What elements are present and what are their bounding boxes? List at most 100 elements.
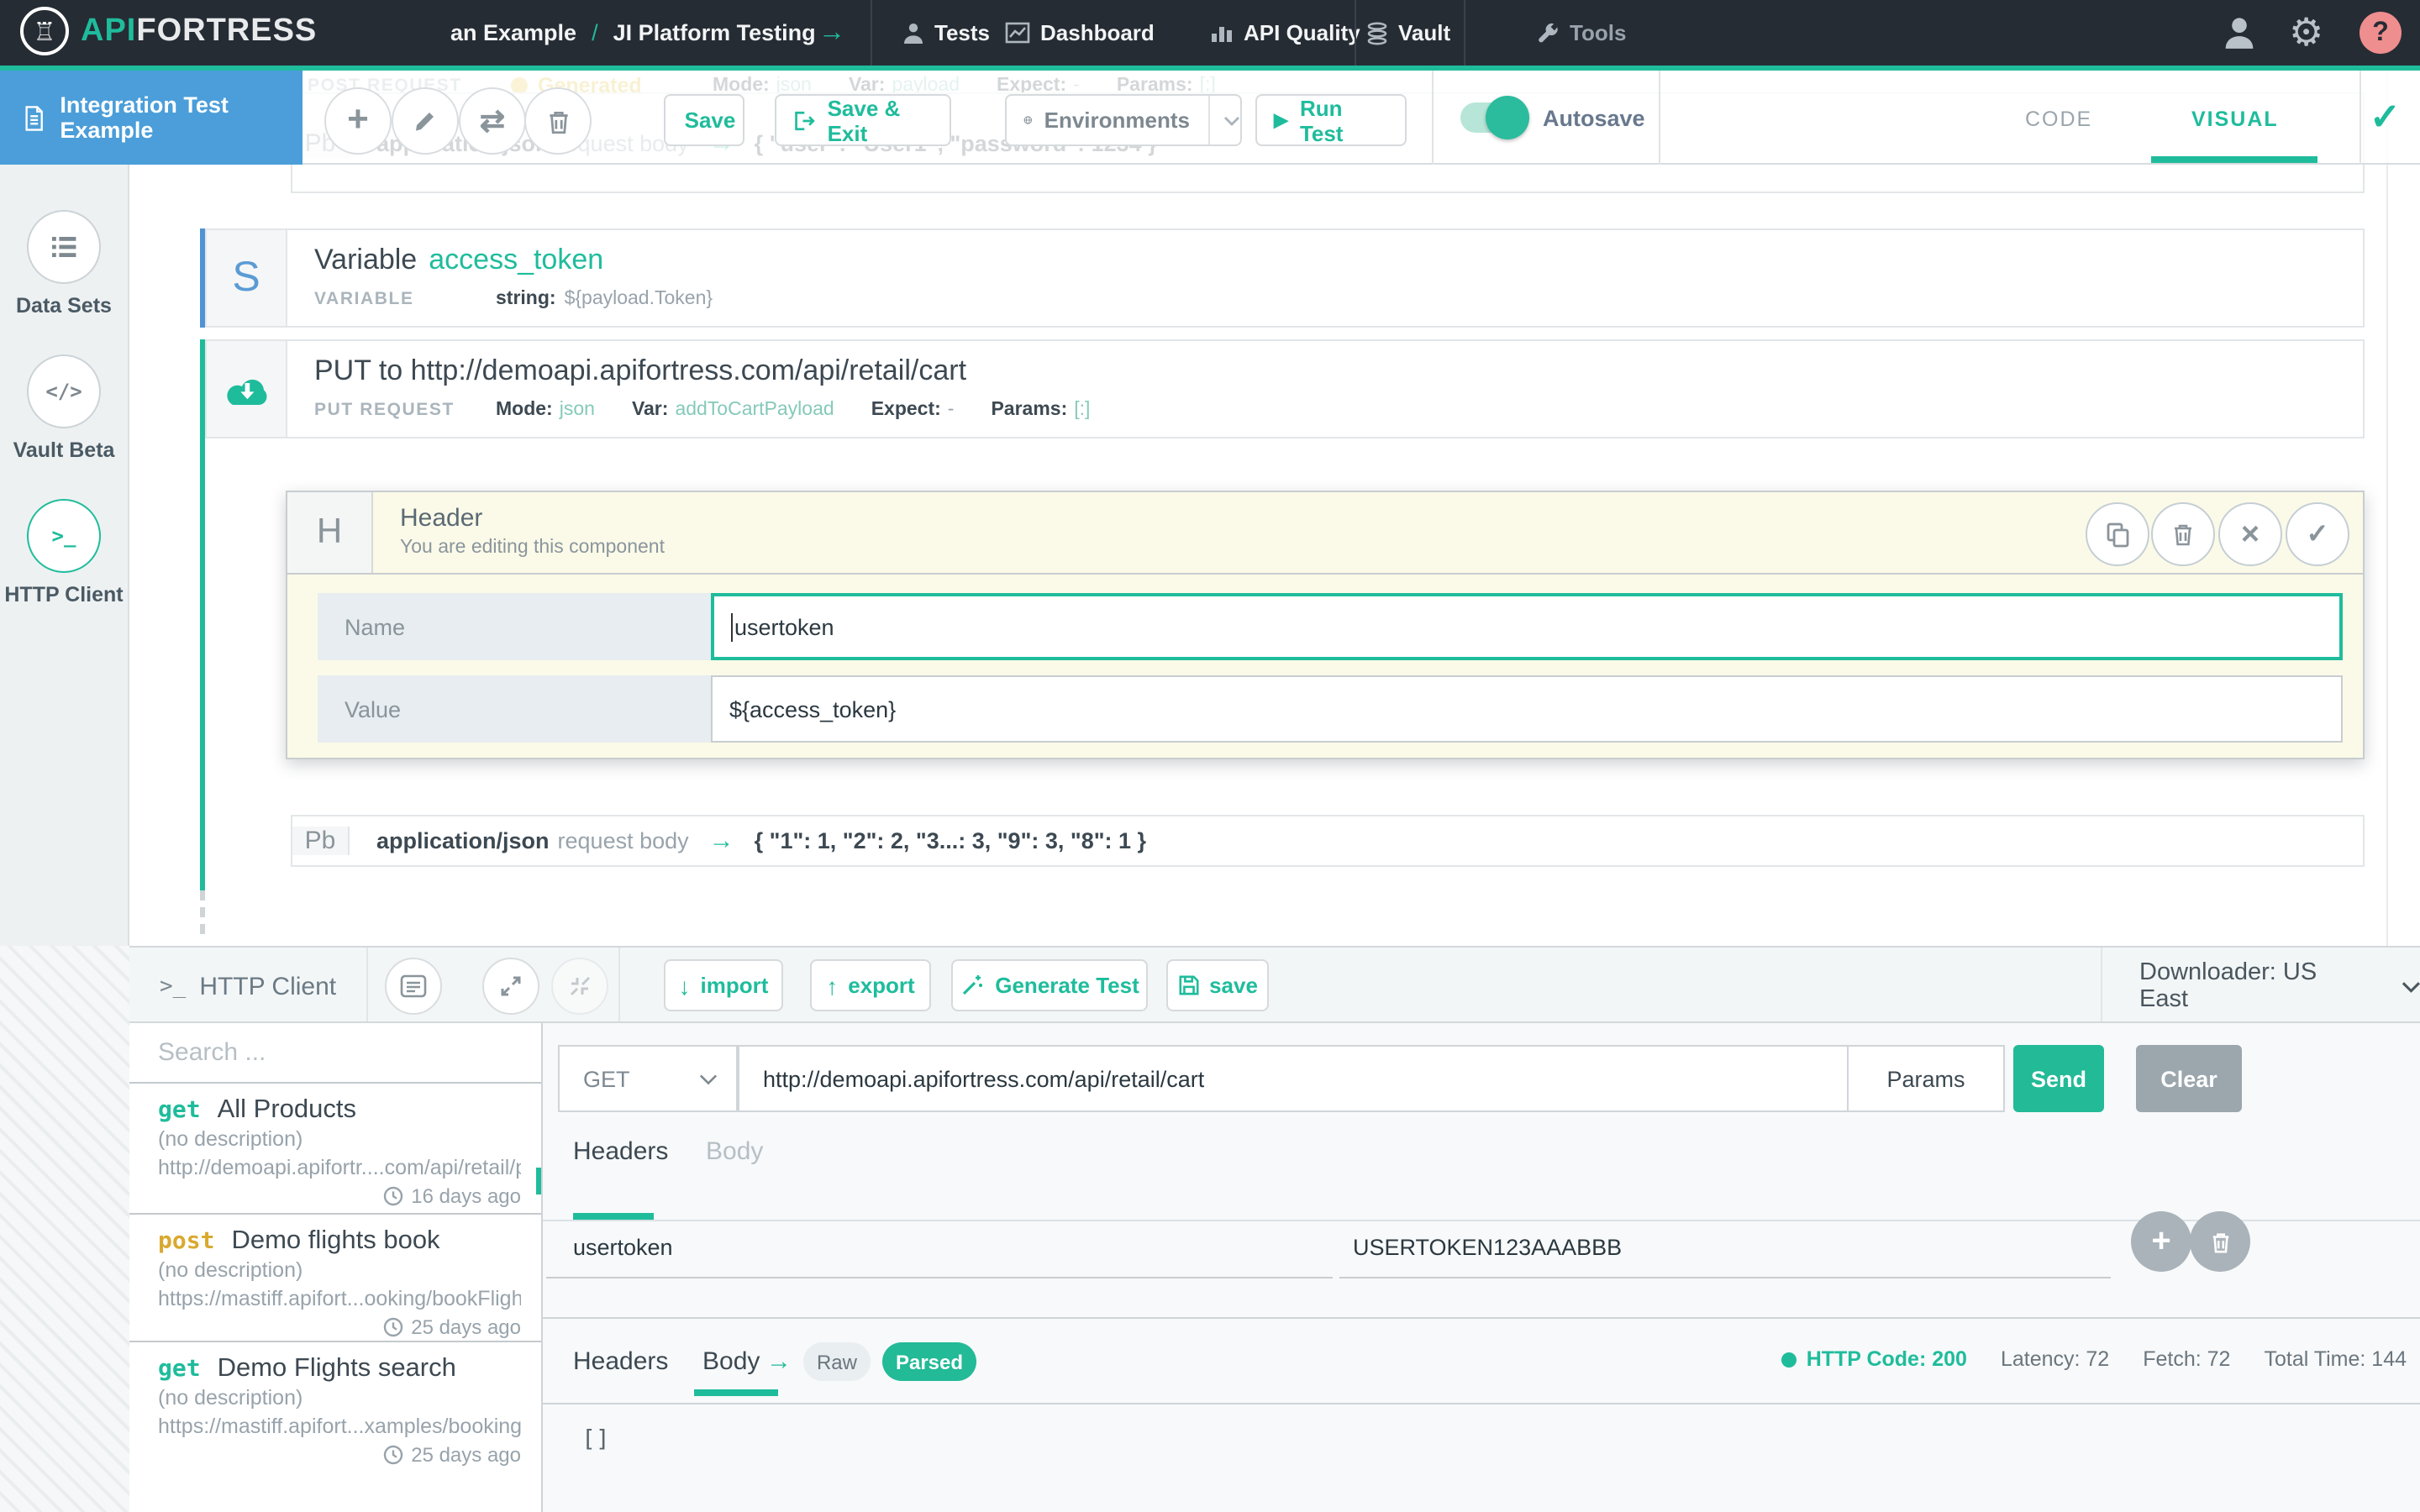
put-request-icon-box [207,341,287,437]
clear-button[interactable]: Clear [2136,1045,2242,1112]
parsed-toggle[interactable]: Parsed [882,1342,976,1381]
plus-icon: + [2151,1222,2170,1261]
visual-tab-underline [2151,156,2317,163]
response-tab-body[interactable]: Body [702,1347,760,1376]
history-item[interactable]: getAll Products (no description) http://… [129,1084,541,1215]
sidebar-item-http-client[interactable]: >_ HTTP Client [4,499,123,606]
swap-arrows-icon: ⇄ [480,103,505,139]
add-component-button[interactable]: + [324,87,392,155]
header-editor-form: Name usertoken Value ${access_token} [287,575,2363,759]
total-time-stat: Total Time: 144 [2264,1347,2407,1371]
request-body-row[interactable]: Pb application/json request body → { "1"… [291,815,2365,867]
add-header-button[interactable]: + [2131,1211,2191,1272]
export-button[interactable]: ↑ export [810,959,931,1011]
variable-badge: S [207,230,287,326]
console-panel-button[interactable] [385,958,442,1015]
method-select[interactable]: GET [558,1045,738,1112]
document-icon [24,103,45,132]
clock-icon [382,1317,402,1337]
sidebar-item-vault-beta[interactable]: </> Vault Beta [13,354,115,462]
response-top-border [543,1317,2420,1319]
toolbar-divider [1659,71,1660,165]
confirm-edit-button[interactable]: ✓ [2286,502,2349,566]
header-name-field[interactable] [546,1233,1333,1278]
delete-button[interactable] [524,87,592,155]
test-tab[interactable]: Integration Test Example [0,71,302,165]
nav-item-dashboard[interactable]: Dashboard [1005,0,1155,66]
put-row-content: PUT to http://demoapi.apifortress.com/ap… [287,341,2363,437]
nav-item-vault[interactable]: Vault [1366,0,1450,66]
params-button[interactable]: Params [1847,1047,2003,1110]
top-navbar: ♖ APIFORTRESS an Example / JI Platform T… [0,0,2420,66]
account-button[interactable] [2220,0,2259,66]
reorder-button[interactable]: ⇄ [459,87,526,155]
response-stats: HTTP Code: 200 Latency: 72 Fetch: 72 Tot… [1781,1347,2407,1371]
nav-item-api-quality[interactable]: API Quality [1210,0,1360,66]
breadcrumb-separator: / [576,20,613,45]
help-button[interactable]: ? [2360,0,2402,66]
variable-title: Variableaccess_token [314,244,2363,277]
url-input[interactable] [739,1047,1847,1110]
magic-wand-icon [960,973,985,998]
chevron-down-icon [1223,115,1240,125]
save-button[interactable]: Save [664,94,744,146]
delete-component-button[interactable] [2151,502,2215,566]
header-badge: H [287,492,373,573]
clock-icon [382,1445,402,1465]
nav-item-tools[interactable]: Tools [1536,0,1626,66]
delete-header-button[interactable] [2190,1211,2250,1272]
validate-check-button[interactable]: ✓ [2370,96,2401,139]
breadcrumb-test[interactable]: JI Platform Testing [613,20,816,45]
request-tab-body[interactable]: Body [706,1137,763,1166]
value-field-label: Value [318,675,711,743]
tab-visual[interactable]: VISUAL [2191,108,2279,131]
clock-icon [382,1186,402,1206]
bar-chart-icon [1210,22,1234,44]
plus-icon: + [347,97,369,141]
tab-code[interactable]: CODE [2025,108,2092,131]
settings-button[interactable]: ⚙ [2289,0,2323,66]
sidebar-item-data-sets[interactable]: Data Sets [16,210,112,318]
http-client-title: >_ HTTP Client [160,948,336,1025]
put-request-row[interactable]: PUT to http://demoapi.apifortress.com/ap… [205,339,2365,438]
cancel-edit-button[interactable]: × [2218,502,2282,566]
search-input[interactable] [129,1038,541,1067]
history-item[interactable]: getDemo Flights search (no description) … [129,1342,541,1487]
save-exit-button[interactable]: Save & Exit [775,94,951,146]
header-editor-title: Header [400,504,665,533]
collapse-panel-button[interactable] [551,958,608,1015]
raw-toggle[interactable]: Raw [803,1342,871,1381]
import-button[interactable]: ↓ import [664,959,783,1011]
client-save-button[interactable]: save [1166,959,1269,1011]
downloader-select[interactable]: Downloader: US East [2139,948,2420,1025]
environments-button[interactable]: Environments [1005,94,1242,146]
autosave-toggle[interactable] [1460,102,1524,133]
trash-icon [2209,1229,2231,1254]
history-item[interactable]: postDemo flights book (no description) h… [129,1215,541,1342]
value-field-input[interactable]: ${access_token} [711,675,2343,743]
name-field-input[interactable]: usertoken [711,593,2343,660]
brand-logo[interactable]: ♖ APIFORTRESS [20,7,317,55]
header-value-field[interactable] [1339,1233,2111,1278]
expand-panel-button[interactable] [482,958,539,1015]
fetch-stat: Fetch: 72 [2143,1347,2230,1371]
breadcrumb-project[interactable]: an Example [450,20,576,45]
run-test-button[interactable]: ▶ Run Test [1255,94,1407,146]
edit-button[interactable] [392,87,459,155]
breadcrumb[interactable]: an Example / JI Platform Testing [450,0,816,66]
variable-component-row[interactable]: S Variableaccess_token VARIABLE string: … [205,228,2365,328]
environments-dropdown[interactable] [1208,96,1240,144]
response-tab-headers[interactable]: Headers [573,1347,668,1376]
editor-toolbar: Integration Test Example + ⇄ Save Save &… [0,71,2420,165]
person-icon [2220,13,2259,52]
trash-icon [2171,521,2195,548]
generate-test-button[interactable]: Generate Test [951,959,1148,1011]
corner-stripes [0,946,129,1512]
cloud-download-icon [219,369,273,409]
send-button[interactable]: Send [2013,1045,2104,1112]
globe-icon [1023,108,1033,133]
copy-icon [2104,521,2131,548]
duplicate-component-button[interactable] [2086,502,2149,566]
request-tab-headers[interactable]: Headers [573,1137,668,1166]
nav-item-tests[interactable]: Tests [902,0,990,66]
